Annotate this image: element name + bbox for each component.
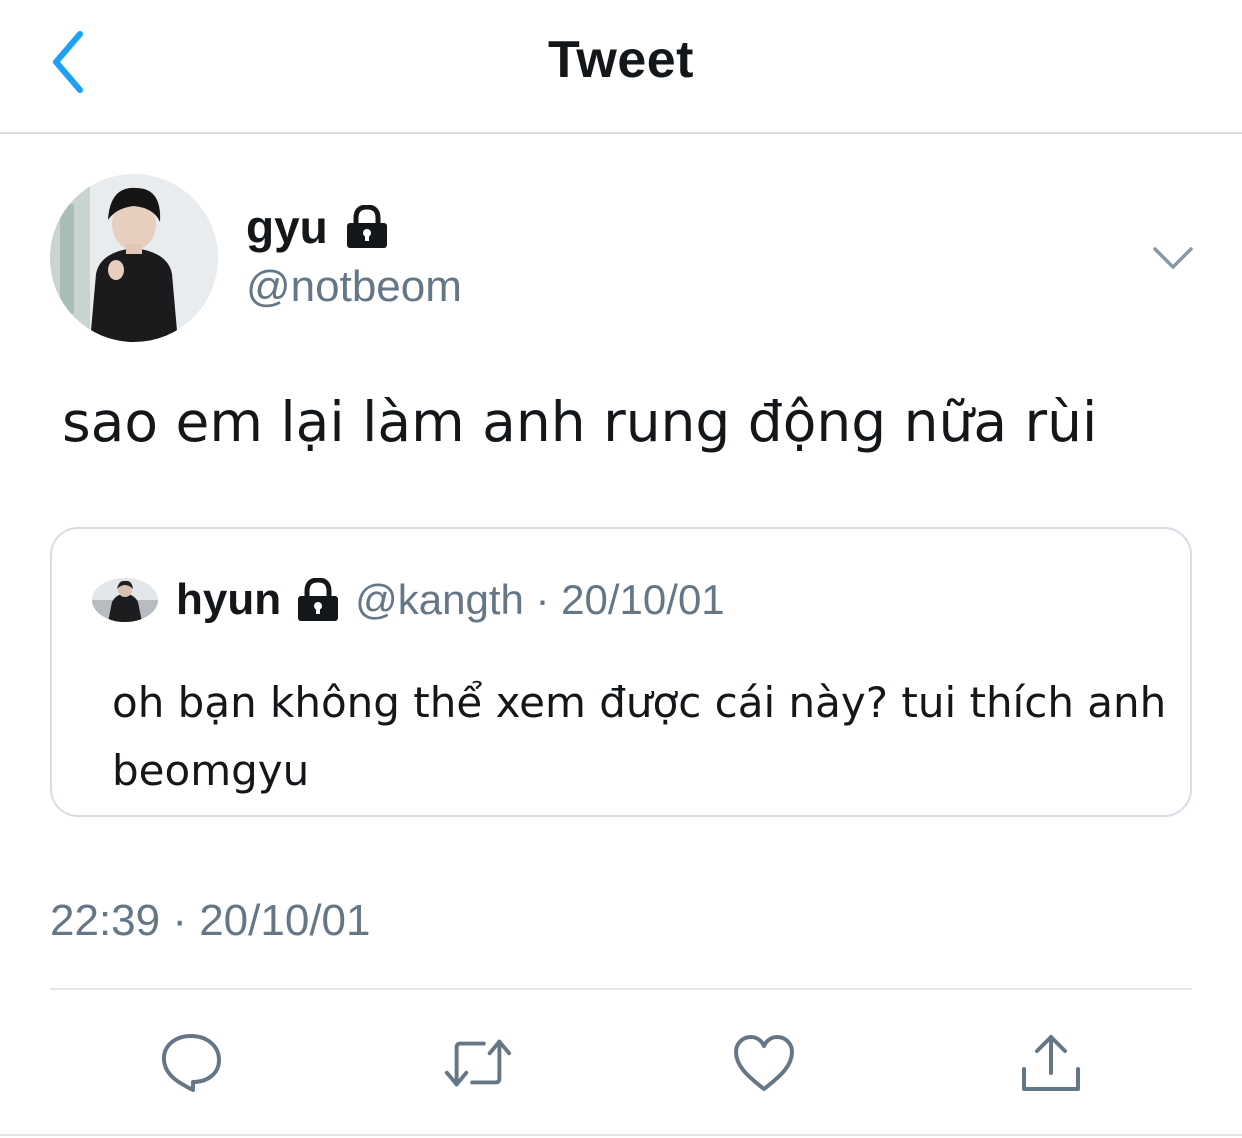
bottom-divider [0, 1134, 1242, 1136]
retweet-icon [444, 1039, 512, 1087]
author-handle: @notbeom [246, 262, 462, 311]
lock-icon [346, 205, 387, 248]
quoted-avatar-photo [92, 578, 158, 622]
quoted-tweet-header: hyun @kangth · 20/10/01 [92, 575, 725, 625]
lock-icon [298, 578, 339, 621]
top-nav-bar: Tweet [0, 0, 1242, 134]
divider [50, 988, 1192, 990]
action-bar [0, 1028, 1242, 1098]
quoted-handle-date: @kangth · 20/10/01 [355, 576, 725, 623]
heart-icon [734, 1035, 794, 1091]
chevron-down-icon [1153, 247, 1193, 269]
share-icon [1022, 1035, 1080, 1091]
reply-icon [161, 1034, 221, 1092]
tweet-timestamp: 22:39 · 20/10/01 [50, 896, 371, 945]
reply-button[interactable] [156, 1028, 226, 1098]
author-avatar[interactable] [50, 174, 218, 342]
avatar-photo [50, 174, 218, 342]
quoted-tweet-text: oh bạn không thể xem được cái này? tui t… [112, 678, 1167, 795]
like-button[interactable] [729, 1028, 799, 1098]
quoted-tweet-card[interactable]: hyun @kangth · 20/10/01 oh bạn không thể… [50, 527, 1192, 817]
quoted-author-avatar [92, 578, 158, 622]
quoted-display-name: hyun [176, 575, 282, 624]
retweet-button[interactable] [443, 1028, 513, 1098]
author-display-name: gyu [246, 201, 328, 253]
page-title: Tweet [547, 31, 694, 89]
tweet-text: sao em lại làm anh rung động nữa rùi [62, 390, 1098, 454]
tweet-menu-button[interactable] [1150, 238, 1196, 278]
share-button[interactable] [1016, 1028, 1086, 1098]
author-name-row[interactable]: gyu [246, 200, 390, 254]
